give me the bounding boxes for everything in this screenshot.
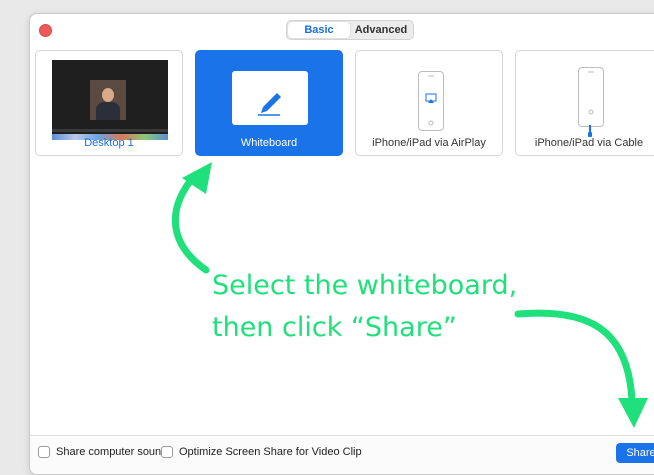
pencil-icon (258, 93, 281, 116)
share-button[interactable]: Share (616, 443, 654, 463)
desktop-thumbnail (52, 60, 168, 140)
phone-outline (578, 67, 604, 127)
mode-segmented-control: Basic Advanced (286, 20, 414, 40)
tile-label-airplay: iPhone/iPad via AirPlay (372, 137, 486, 149)
whiteboard-card (232, 71, 308, 125)
tile-label-desktop: Desktop 1 (84, 137, 134, 149)
tile-whiteboard[interactable]: Whiteboard (195, 50, 343, 156)
annotation-line-2: then click “Share” (212, 312, 457, 343)
checkbox-box[interactable] (161, 446, 173, 458)
annotation-line-1: Select the whiteboard, (212, 270, 518, 301)
person-face (102, 88, 114, 102)
tile-label-cable: iPhone/iPad via Cable (534, 137, 644, 149)
person-body (96, 102, 120, 120)
video-preview (90, 80, 126, 120)
optimize-video-checkbox[interactable]: Optimize Screen Share for Video Clip (161, 446, 362, 458)
tab-advanced[interactable]: Advanced (350, 22, 412, 38)
tab-basic[interactable]: Basic (288, 22, 350, 38)
share-sound-checkbox[interactable]: Share computer sound (38, 446, 167, 458)
tile-iphone-airplay[interactable]: iPhone/iPad via AirPlay (355, 50, 503, 156)
cable-icon (588, 71, 594, 115)
share-screen-window: Basic Advanced Desktop 1 Whiteboard iPho… (29, 13, 654, 475)
airplay-icon (425, 75, 437, 126)
tile-desktop-1[interactable]: Desktop 1 (35, 50, 183, 156)
phone-outline (418, 71, 444, 131)
tile-iphone-cable[interactable]: iPhone/iPad via Cable (515, 50, 654, 156)
optimize-video-label: Optimize Screen Share for Video Clip (179, 446, 362, 458)
share-sound-label: Share computer sound (56, 446, 168, 458)
footer-bar: Share computer sound Optimize Screen Sha… (30, 435, 654, 474)
close-window-button[interactable] (39, 24, 52, 37)
checkbox-box[interactable] (38, 446, 50, 458)
toolbar-strip (52, 129, 168, 132)
tile-label-whiteboard: Whiteboard (240, 137, 298, 149)
